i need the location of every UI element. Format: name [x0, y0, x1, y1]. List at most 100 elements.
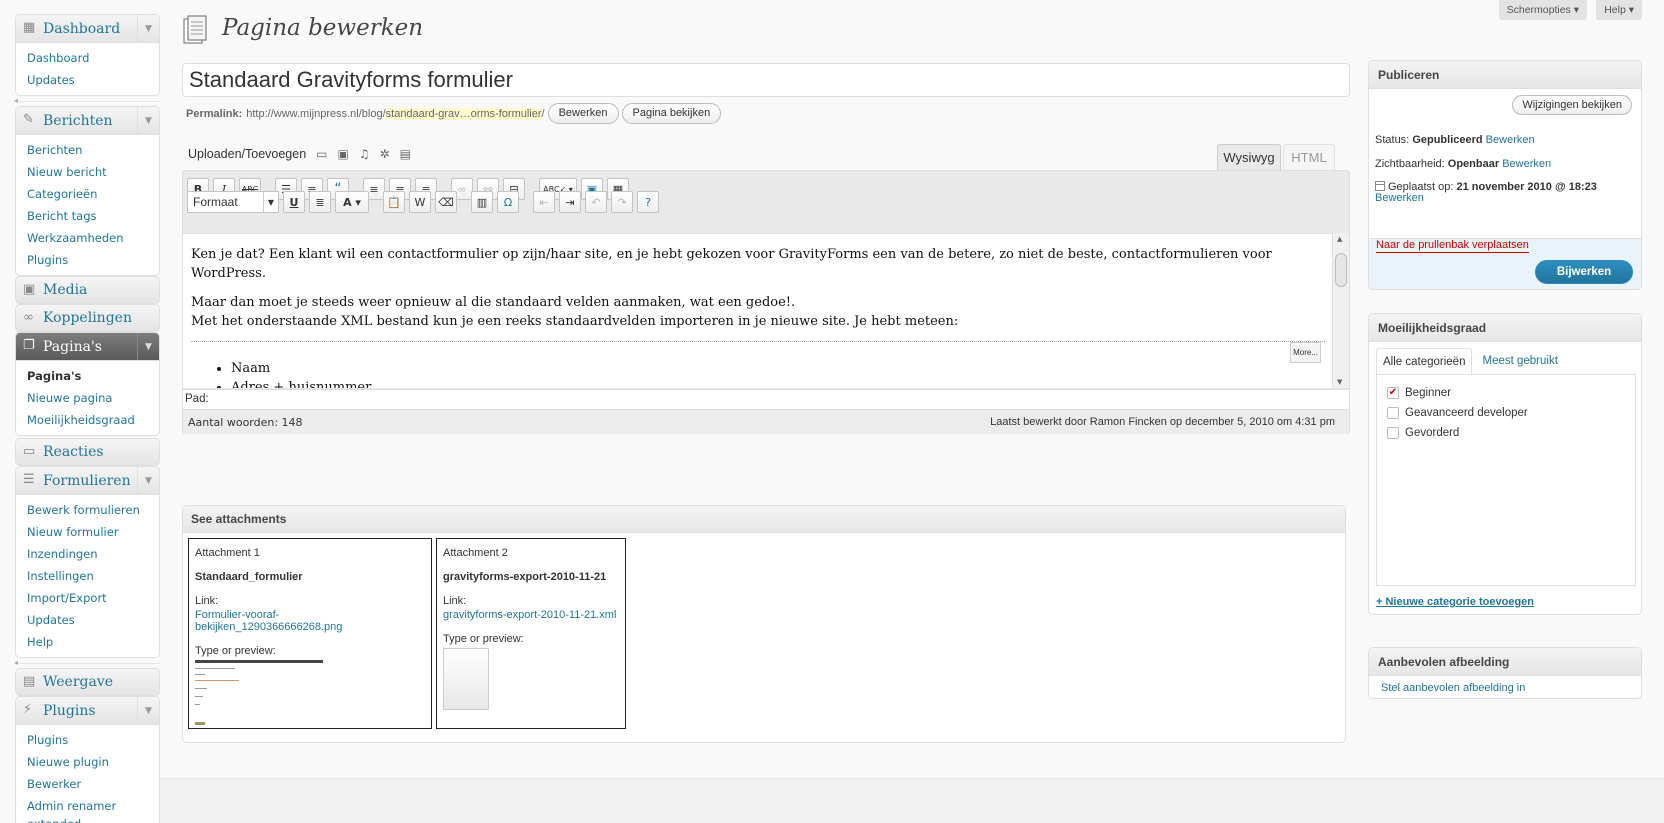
sidebar-item-plugins[interactable]: Plugins: [16, 249, 159, 271]
paste-text-icon[interactable]: 📋: [383, 191, 405, 213]
attachment-card: Attachment 1 Standaard_formulier Link: F…: [188, 538, 432, 729]
edit-permalink-button[interactable]: Bewerken: [547, 103, 619, 124]
attachment-preview-image[interactable]: [195, 660, 325, 730]
help-button[interactable]: Help ▾: [1596, 0, 1642, 20]
add-media-icon[interactable]: ✲: [380, 147, 390, 161]
menu-media[interactable]: ▣ Media: [15, 276, 160, 304]
sidebar-item-berichten[interactable]: Berichten: [16, 139, 159, 161]
tab-most-used[interactable]: Meest gebruikt: [1472, 348, 1567, 374]
editor-scrollbar[interactable]: ▲ ▼: [1332, 233, 1349, 388]
sidebar-item-admin-renamer[interactable]: Admin renamer: [16, 795, 159, 817]
edit-status-link[interactable]: Bewerken: [1486, 134, 1535, 146]
category-item[interactable]: Geavanceerd developer: [1387, 403, 1625, 423]
sidebar-item-updates[interactable]: Updates: [16, 69, 159, 91]
text-color-icon[interactable]: A ▾: [335, 191, 369, 213]
screen-options-button[interactable]: Schermopties ▾: [1498, 0, 1587, 20]
add-audio-icon[interactable]: ♫: [359, 147, 370, 161]
page-title: Pagina bewerken: [222, 15, 424, 41]
chevron-down-icon[interactable]: ▼: [137, 697, 159, 724]
chevron-down-icon[interactable]: ▼: [137, 107, 159, 134]
category-title[interactable]: Moeilijkheidsgraad: [1369, 314, 1641, 342]
sidebar-item-extended[interactable]: extended: [16, 817, 159, 823]
sidebar-item-plugins[interactable]: Plugins: [16, 729, 159, 751]
scroll-down-icon[interactable]: ▼: [1337, 378, 1342, 386]
tab-html[interactable]: HTML: [1283, 144, 1335, 170]
sidebar-item-nieuw-formulier[interactable]: Nieuw formulier: [16, 521, 159, 543]
menu-berichten-head[interactable]: ✎ Berichten ▼: [16, 107, 159, 135]
justify-icon[interactable]: ≣: [309, 191, 331, 213]
sidebar-item-paginas[interactable]: Pagina's: [16, 365, 159, 387]
publish-title[interactable]: Publiceren: [1369, 61, 1641, 89]
menu-reacties[interactable]: ▭ Reacties: [15, 438, 160, 466]
attachments-title[interactable]: See attachments: [183, 506, 1345, 533]
move-to-trash-link[interactable]: Naar de prullenbak verplaatsen: [1376, 239, 1529, 253]
sidebar-item-dashboard[interactable]: Dashboard: [16, 47, 159, 69]
scroll-thumb[interactable]: [1335, 253, 1347, 287]
sidebar-item-nieuwe-plugin[interactable]: Nieuwe plugin: [16, 751, 159, 773]
help-icon[interactable]: ?: [637, 191, 659, 213]
remove-format-icon[interactable]: ⌫: [435, 191, 457, 213]
redo-icon[interactable]: ↷: [611, 191, 633, 213]
add-category-link[interactable]: + Nieuwe categorie toevoegen: [1376, 596, 1534, 608]
add-image-icon[interactable]: ▭: [316, 147, 327, 161]
attachment-link[interactable]: Formulier-vooraf-bekijken_1290366666268.…: [195, 609, 425, 633]
format-select[interactable]: Formaat ▼: [187, 191, 279, 213]
sidebar-item-moeilijkheidsgraad[interactable]: Moeilijkheidsgraad: [16, 409, 159, 431]
view-page-button[interactable]: Pagina bekijken: [621, 103, 722, 124]
sidebar-item-import-export[interactable]: Import/Export: [16, 587, 159, 609]
sidebar-item-bericht-tags[interactable]: Bericht tags: [16, 205, 159, 227]
sidebar-item-updates[interactable]: Updates: [16, 609, 159, 631]
file-icon[interactable]: [443, 648, 489, 710]
editor-content-area[interactable]: Ken je dat? Een klant wil een contactfor…: [183, 233, 1333, 388]
update-button[interactable]: Bijwerken: [1535, 260, 1633, 284]
edit-date-link[interactable]: Bewerken: [1375, 192, 1424, 204]
set-featured-image-link[interactable]: Stel aanbevolen afbeelding in: [1381, 682, 1525, 694]
post-title-input[interactable]: Standaard Gravityforms formulier: [182, 63, 1350, 97]
status-row: Status: Gepubliceerd Bewerken: [1375, 134, 1535, 146]
menu-plugins-head[interactable]: ⚡ Plugins ▼: [16, 697, 159, 725]
menu-formulieren-head[interactable]: ☰ Formulieren ▼: [16, 467, 159, 495]
media-bar: Uploaden/Toevoegen ▭ ▣ ♫ ✲ ▤: [188, 147, 411, 161]
menu-koppelingen[interactable]: ∞ Koppelingen: [15, 304, 160, 332]
menu-dashboard-head[interactable]: ▦ Dashboard ▼: [16, 15, 159, 43]
embed-media-icon[interactable]: ▥: [471, 191, 493, 213]
sidebar-item-bewerker[interactable]: Bewerker: [16, 773, 159, 795]
permalink-slug[interactable]: standaard-grav…orms-formulier: [385, 107, 542, 120]
sidebar-item-werkzaamheden[interactable]: Werkzaamheden: [16, 227, 159, 249]
tab-wysiwyg[interactable]: Wysiwyg: [1217, 144, 1281, 170]
chevron-down-icon[interactable]: ▼: [137, 333, 159, 360]
tab-all-categories[interactable]: Alle categorieën: [1376, 348, 1473, 374]
last-edited: Laatst bewerkt door Ramon Fincken op dec…: [990, 416, 1335, 428]
sidebar-item-help[interactable]: Help: [16, 631, 159, 653]
preview-changes-button[interactable]: Wijzigingen bekijken: [1512, 95, 1632, 115]
add-form-icon[interactable]: ▤: [400, 147, 411, 161]
attachment-link[interactable]: gravityforms-export-2010-11-21.xml: [443, 609, 619, 621]
category-item[interactable]: Gevorderd: [1387, 423, 1625, 443]
paste-word-icon[interactable]: W: [409, 191, 431, 213]
add-video-icon[interactable]: ▣: [338, 147, 349, 161]
sidebar-item-nieuw-bericht[interactable]: Nieuw bericht: [16, 161, 159, 183]
indent-icon[interactable]: ⇥: [559, 191, 581, 213]
sidebar-item-inzendingen[interactable]: Inzendingen: [16, 543, 159, 565]
checkbox-checked[interactable]: ✔: [1387, 387, 1399, 399]
chevron-down-icon[interactable]: ▼: [137, 15, 159, 42]
category-item[interactable]: ✔ Beginner: [1387, 383, 1625, 403]
menu-weergave[interactable]: ▤ Weergave: [15, 668, 160, 696]
underline-icon[interactable]: U: [283, 191, 305, 213]
outdent-icon[interactable]: ⇤: [533, 191, 555, 213]
featured-image-title[interactable]: Aanbevolen afbeelding: [1369, 648, 1641, 676]
sidebar-item-nieuwe-pagina[interactable]: Nieuwe pagina: [16, 387, 159, 409]
dashboard-icon: ▦: [23, 20, 36, 35]
undo-icon[interactable]: ↶: [585, 191, 607, 213]
sidebar-item-instellingen[interactable]: Instellingen: [16, 565, 159, 587]
edit-visibility-link[interactable]: Bewerken: [1502, 158, 1551, 170]
sidebar-item-categorieen[interactable]: Categorieën: [16, 183, 159, 205]
special-char-icon[interactable]: Ω: [497, 191, 519, 213]
menu-paginas-head[interactable]: ❐ Pagina's ▼: [16, 333, 159, 361]
checkbox[interactable]: [1387, 407, 1399, 419]
checkbox[interactable]: [1387, 427, 1399, 439]
sidebar-item-bewerk-formulieren[interactable]: Bewerk formulieren: [16, 499, 159, 521]
chevron-down-icon[interactable]: ▼: [137, 467, 159, 494]
scroll-up-icon[interactable]: ▲: [1337, 235, 1342, 243]
more-separator: More...: [191, 341, 1325, 363]
